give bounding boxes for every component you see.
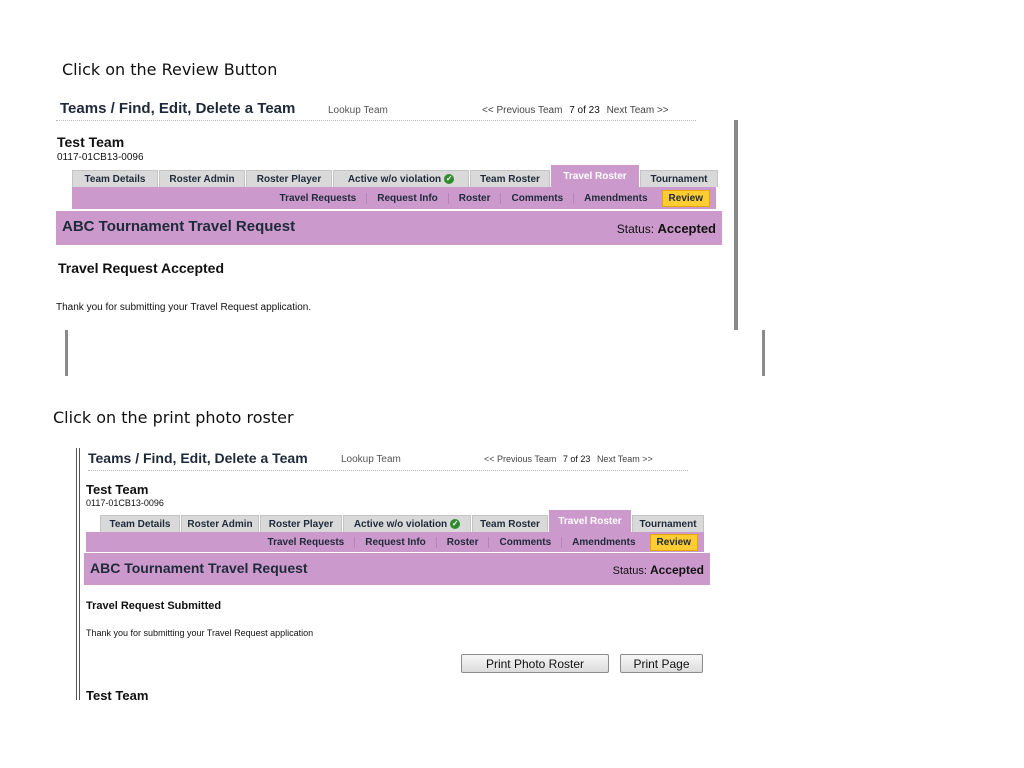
- subnav-amendments[interactable]: Amendments: [561, 536, 645, 548]
- page-title: Teams / Find, Edit, Delete a Team: [88, 450, 308, 466]
- window-edge-right-lower: [762, 330, 765, 376]
- tab-travel-roster[interactable]: Travel Roster: [551, 165, 639, 187]
- window-edge-left-lower: [65, 330, 68, 376]
- request-title-bar: ABC Tournament Travel Request Status: Ac…: [84, 553, 710, 585]
- confirmation-heading: Travel Request Accepted: [58, 260, 224, 276]
- status-label: Status:: [612, 565, 647, 577]
- sub-navigation: Travel Requests Request Info Roster Comm…: [86, 532, 704, 552]
- window-edge-right: [734, 120, 738, 330]
- request-status: Status: Accepted: [613, 563, 704, 577]
- subnav-travel-requests[interactable]: Travel Requests: [258, 537, 355, 548]
- header-row: Teams / Find, Edit, Delete a Team Lookup…: [56, 100, 696, 121]
- tab-roster-player[interactable]: Roster Player: [246, 170, 332, 187]
- print-page-button[interactable]: Print Page: [620, 654, 703, 673]
- header-row: Teams / Find, Edit, Delete a Team Lookup…: [88, 450, 688, 471]
- review-button[interactable]: Review: [661, 189, 710, 207]
- step-caption-1: Click on the Review Button: [62, 60, 278, 79]
- lookup-team-link[interactable]: Lookup Team: [341, 454, 401, 465]
- request-title: ABC Tournament Travel Request: [62, 218, 296, 235]
- review-button[interactable]: Review: [649, 533, 698, 551]
- request-status: Status: Accepted: [617, 221, 716, 236]
- status-badge: Accepted: [657, 221, 716, 236]
- subnav-comments[interactable]: Comments: [500, 192, 573, 204]
- window-edge-left: [76, 448, 77, 700]
- tab-bar: Team Details Roster Admin Roster Player …: [100, 510, 705, 532]
- subnav-comments[interactable]: Comments: [488, 536, 561, 548]
- team-code: 0117-01CB13-0096: [57, 152, 144, 163]
- subnav-roster[interactable]: Roster: [435, 536, 489, 548]
- tab-tournament[interactable]: Tournament: [640, 170, 718, 187]
- tab-team-roster[interactable]: Team Roster: [472, 515, 548, 532]
- check-icon: ✓: [450, 519, 461, 529]
- status-label: Status:: [616, 222, 655, 236]
- next-team-link[interactable]: Next Team >>: [607, 105, 669, 116]
- page-title: Teams / Find, Edit, Delete a Team: [60, 100, 296, 117]
- tab-travel-roster[interactable]: Travel Roster: [549, 510, 631, 532]
- tab-roster-player[interactable]: Roster Player: [260, 515, 342, 532]
- check-icon: ✓: [444, 174, 455, 184]
- print-photo-roster-button[interactable]: Print Photo Roster: [461, 654, 609, 673]
- team-pager: << Previous Team 7 of 23 Next Team >>: [484, 454, 657, 464]
- subnav-travel-requests[interactable]: Travel Requests: [270, 193, 367, 204]
- subnav-amendments[interactable]: Amendments: [573, 192, 657, 204]
- previous-team-link[interactable]: << Previous Team: [482, 105, 562, 116]
- status-badge: Accepted: [649, 563, 704, 577]
- tab-active-without-violation[interactable]: Active w/o violation ✓: [333, 170, 469, 187]
- tab-tournament[interactable]: Tournament: [632, 515, 704, 532]
- request-title: ABC Tournament Travel Request: [90, 560, 308, 576]
- team-position: 7 of 23: [569, 105, 600, 116]
- team-name: Test Team: [86, 482, 149, 497]
- team-code: 0117-01CB13-0096: [86, 498, 164, 508]
- tab-team-details[interactable]: Team Details: [100, 515, 180, 532]
- team-name: Test Team: [57, 134, 125, 150]
- tab-roster-admin[interactable]: Roster Admin: [159, 170, 245, 187]
- tab-label: Active w/o violation: [353, 518, 448, 530]
- submitted-heading: Travel Request Submitted: [86, 600, 222, 612]
- team-pager: << Previous Team 7 of 23 Next Team >>: [482, 105, 673, 116]
- tab-bar: Team Details Roster Admin Roster Player …: [72, 165, 719, 187]
- previous-team-link[interactable]: << Previous Team: [484, 454, 556, 464]
- subnav-request-info[interactable]: Request Info: [366, 192, 448, 204]
- screenshot-review: Teams / Find, Edit, Delete a Team Lookup…: [56, 96, 776, 378]
- window-edge-left-inner: [79, 448, 80, 700]
- tab-active-without-violation[interactable]: Active w/o violation ✓: [343, 515, 471, 532]
- screenshot-print: Teams / Find, Edit, Delete a Team Lookup…: [76, 448, 716, 700]
- next-team-link[interactable]: Next Team >>: [597, 454, 653, 464]
- request-title-bar: ABC Tournament Travel Request Status: Ac…: [56, 211, 722, 245]
- tab-team-roster[interactable]: Team Roster: [470, 170, 550, 187]
- confirmation-message: Thank you for submitting your Travel Req…: [56, 302, 312, 313]
- subnav-request-info[interactable]: Request Info: [354, 536, 436, 548]
- submitted-message: Thank you for submitting your Travel Req…: [86, 628, 314, 638]
- tab-roster-admin[interactable]: Roster Admin: [181, 515, 259, 532]
- team-position: 7 of 23: [562, 454, 591, 464]
- sub-navigation: Travel Requests Request Info Roster Comm…: [72, 187, 716, 209]
- tab-label: Active w/o violation: [347, 173, 442, 185]
- tab-team-details[interactable]: Team Details: [72, 170, 158, 187]
- step-caption-2: Click on the print photo roster: [53, 408, 294, 427]
- lookup-team-link[interactable]: Lookup Team: [328, 105, 388, 116]
- subnav-roster[interactable]: Roster: [447, 192, 501, 204]
- footer-team-name: Test Team: [86, 688, 149, 700]
